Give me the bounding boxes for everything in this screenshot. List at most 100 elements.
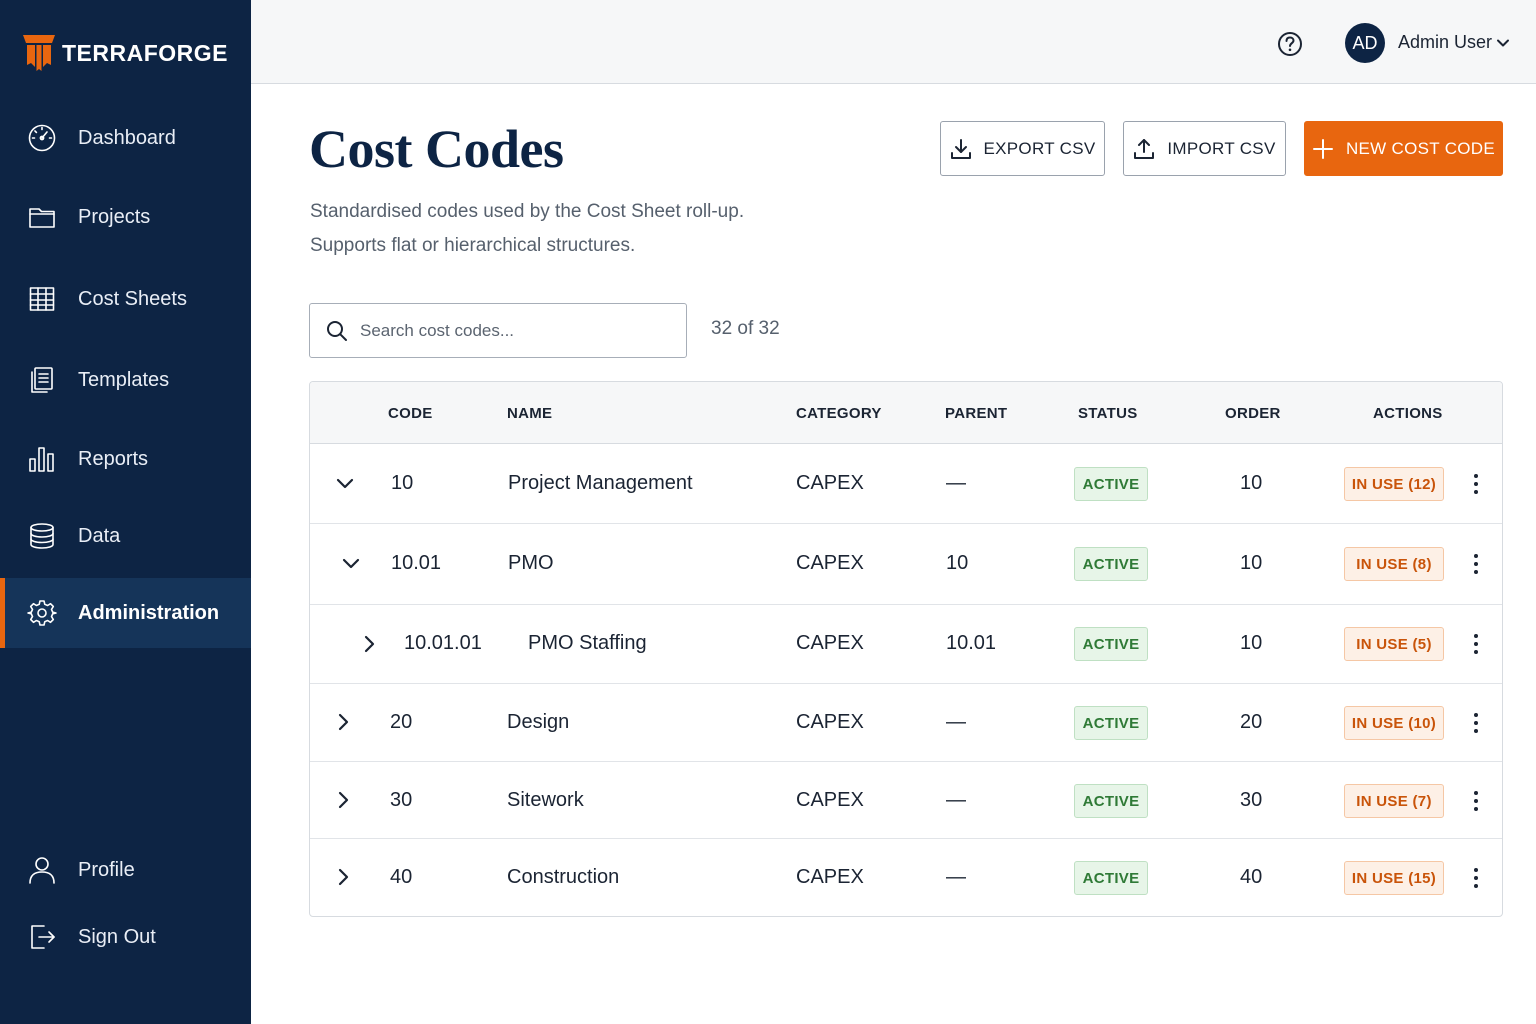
cell-code: 40 [390,866,413,888]
folder-icon [27,202,57,232]
terraforge-logo-icon [23,35,55,71]
in-use-badge[interactable]: IN USE (8) [1344,547,1444,581]
cell-name: Design [507,711,570,733]
search-icon [327,321,347,341]
sidebar-item-label: Administration [78,601,220,624]
more-options-icon[interactable] [1466,630,1486,658]
column-header-name[interactable]: NAME [507,405,552,422]
bar-chart-icon [27,444,57,474]
cost-codes-table: CODE NAME CATEGORY PARENT STATUS ORDER A… [309,381,1503,917]
more-options-icon[interactable] [1466,470,1486,498]
status-badge: ACTIVE [1074,547,1148,581]
download-icon [950,138,971,159]
cell-order: 10 [1240,472,1263,494]
more-options-icon[interactable] [1466,550,1486,578]
sidebar-item-label: Data [78,524,121,547]
cell-parent: — [946,472,966,494]
cell-name: Project Management [508,472,693,494]
status-badge: ACTIVE [1074,467,1148,501]
new-cost-code-label: NEW COST CODE [1345,138,1496,158]
import-csv-button[interactable]: IMPORT CSV [1123,121,1286,176]
cell-category: CAPEX [796,789,864,811]
status-badge: ACTIVE [1074,861,1148,895]
cell-order: 20 [1240,711,1263,733]
cell-parent: — [946,789,966,811]
sidebar-item-label: Dashboard [78,126,176,149]
in-use-badge[interactable]: IN USE (12) [1344,467,1444,501]
cell-order: 40 [1240,866,1263,888]
cell-parent: — [946,711,966,733]
chevron-down-icon[interactable] [340,553,362,575]
cell-code: 10 [391,472,414,494]
help-icon[interactable] [1277,31,1303,57]
sidebar-item-dashboard[interactable]: Dashboard [0,103,251,173]
table-row[interactable]: 40 Construction CAPEX — ACTIVE 40 IN USE… [310,839,1502,916]
chevron-right-icon[interactable] [333,711,355,733]
column-header-code[interactable]: CODE [388,405,433,422]
sidebar-item-sign-out[interactable]: Sign Out [0,902,251,972]
cell-code: 10.01.01 [404,632,482,654]
status-badge: ACTIVE [1074,627,1148,661]
table-row[interactable]: 10.01.01 PMO Staffing CAPEX 10.01 ACTIVE… [310,605,1502,684]
chevron-down-icon[interactable] [1496,36,1510,50]
top-bar: AD Admin User [251,0,1536,84]
cell-name: PMO [508,552,554,574]
cell-category: CAPEX [796,632,864,654]
new-cost-code-button[interactable]: NEW COST CODE [1304,121,1503,176]
chevron-right-icon[interactable] [333,866,355,888]
more-options-icon[interactable] [1466,864,1486,892]
table-row[interactable]: 10 Project Management CAPEX — ACTIVE 10 … [310,444,1502,524]
cell-order: 10 [1240,552,1263,574]
export-csv-label: EXPORT CSV [983,138,1096,158]
table-row[interactable]: 10.01 PMO CAPEX 10 ACTIVE 10 IN USE (8) [310,524,1502,605]
sidebar-item-profile[interactable]: Profile [0,835,251,905]
cell-order: 10 [1240,632,1263,654]
export-csv-button[interactable]: EXPORT CSV [940,121,1105,176]
cell-category: CAPEX [796,866,864,888]
cell-parent: — [946,866,966,888]
cell-parent: 10.01 [946,632,997,654]
in-use-badge[interactable]: IN USE (5) [1344,627,1444,661]
in-use-badge[interactable]: IN USE (15) [1344,861,1444,895]
user-name[interactable]: Admin User [1398,32,1492,53]
table-row[interactable]: 30 Sitework CAPEX — ACTIVE 30 IN USE (7) [310,762,1502,839]
cell-code: 20 [390,711,413,733]
documents-icon [27,365,57,395]
sidebar-item-label: Projects [78,205,151,228]
more-options-icon[interactable] [1466,787,1486,815]
status-badge: ACTIVE [1074,706,1148,740]
brand-name: TERRAFORGE [62,39,228,66]
column-header-order[interactable]: ORDER [1225,405,1281,422]
page-title: Cost Codes [309,119,564,179]
sidebar-item-administration[interactable]: Administration [0,578,251,648]
chevron-down-icon[interactable] [334,473,356,495]
sidebar-item-reports[interactable]: Reports [0,424,251,494]
chevron-right-icon[interactable] [359,633,381,655]
page-subtitle-line-1: Standardised codes used by the Cost Shee… [310,201,745,222]
user-icon [27,855,57,885]
sidebar-item-projects[interactable]: Projects [0,182,251,252]
chevron-right-icon[interactable] [333,789,355,811]
search-box [309,303,687,358]
search-input[interactable] [360,304,680,357]
sidebar-item-label: Reports [78,447,149,470]
table-row[interactable]: 20 Design CAPEX — ACTIVE 20 IN USE (10) [310,684,1502,762]
result-count: 32 of 32 [711,318,780,339]
plus-icon [1312,138,1333,159]
sidebar-item-templates[interactable]: Templates [0,345,251,415]
sidebar-item-label: Cost Sheets [78,287,187,310]
column-header-status[interactable]: STATUS [1078,405,1138,422]
sidebar-item-data[interactable]: Data [0,501,251,571]
sidebar-item-label: Templates [78,368,170,391]
more-options-icon[interactable] [1466,709,1486,737]
import-csv-label: IMPORT CSV [1167,138,1276,158]
sidebar-item-cost-sheets[interactable]: Cost Sheets [0,264,251,334]
in-use-badge[interactable]: IN USE (10) [1344,706,1444,740]
avatar[interactable]: AD [1345,23,1385,63]
brand-logo[interactable]: TERRAFORGE [22,34,228,72]
sidebar-item-label: Sign Out [78,925,156,948]
column-header-parent[interactable]: PARENT [945,405,1007,422]
in-use-badge[interactable]: IN USE (7) [1344,784,1444,818]
cell-name: PMO Staffing [528,632,647,654]
column-header-category[interactable]: CATEGORY [796,405,882,422]
